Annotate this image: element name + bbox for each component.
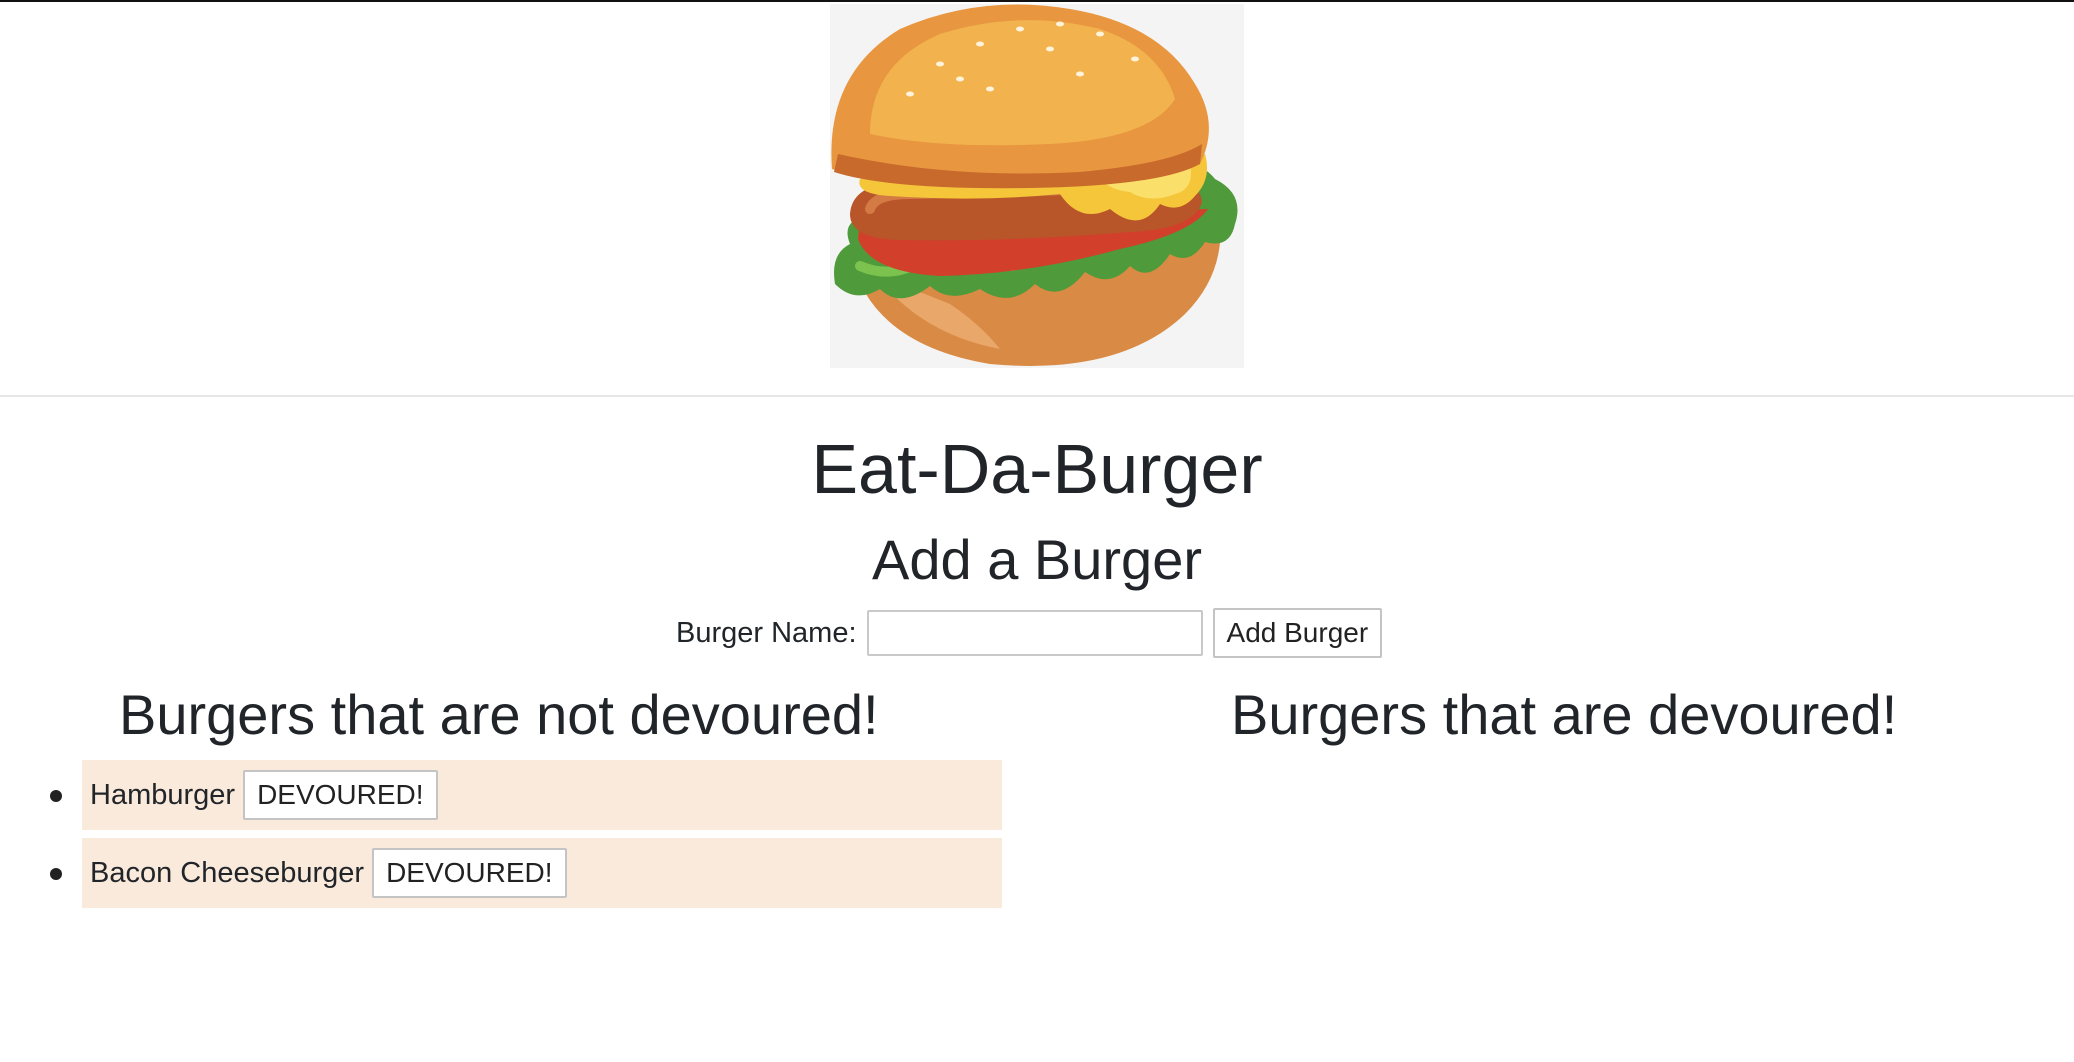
burger-logo-icon [830,4,1244,368]
list-item: Bacon Cheeseburger DEVOURED! [50,838,1002,908]
devoured-heading: Burgers that are devoured! [1231,683,1898,746]
add-burger-heading: Add a Burger [872,528,1202,591]
burger-name: Hamburger [90,778,236,811]
page-title: Eat-Da-Burger [811,430,1263,508]
header [0,2,2074,397]
bullet-icon [50,790,62,802]
bullet-icon [50,868,62,880]
not-devoured-heading: Burgers that are not devoured! [119,683,879,746]
list-item: Hamburger DEVOURED! [50,760,1002,830]
devoured-button[interactable]: DEVOURED! [372,848,567,898]
add-burger-form: Burger Name: Add Burger [676,607,1383,659]
burger-name-label: Burger Name: [676,616,857,649]
burger-name-input[interactable] [866,610,1203,656]
burger-name: Bacon Cheeseburger [90,856,365,889]
devoured-button[interactable]: DEVOURED! [243,770,438,820]
add-burger-button[interactable]: Add Burger [1212,608,1383,658]
